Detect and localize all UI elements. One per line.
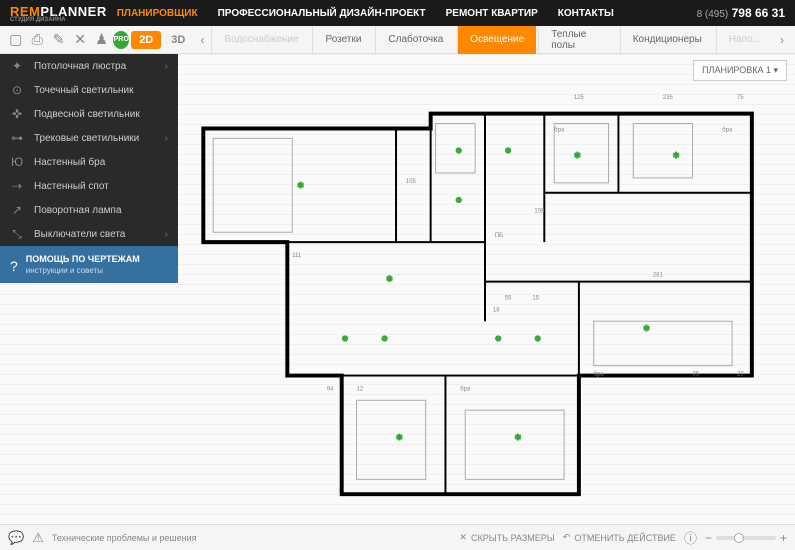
tabs-prev-icon[interactable]: ‹: [195, 33, 209, 47]
chevron-right-icon: ›: [165, 133, 168, 144]
phone-number: 8 (495) 798 66 31: [697, 6, 785, 20]
view-2d-button[interactable]: 2D: [131, 31, 161, 49]
svg-text:⊗: ⊗: [342, 334, 349, 343]
view-3d-button[interactable]: 3D: [163, 31, 193, 49]
lighting-sidebar: ✦Потолочная люстра› ⊙Точечный светильник…: [0, 54, 178, 283]
logo[interactable]: REMPLANNER СТУДИЯ ДИЗАЙНА: [10, 4, 107, 23]
svg-text:281: 281: [653, 273, 663, 279]
zoom-slider[interactable]: [716, 536, 776, 540]
svg-text:94: 94: [327, 386, 334, 392]
rotating-icon: ↗: [10, 203, 24, 217]
svg-text:бра: бра: [460, 386, 471, 392]
sidebar-item-pendant[interactable]: ✜Подвесной светильник: [0, 102, 178, 126]
chat-icon[interactable]: 💬: [8, 530, 24, 546]
nav-planner[interactable]: ПЛАНИРОВЩИК: [107, 8, 208, 19]
svg-text:✱: ✱: [396, 433, 403, 442]
svg-text:125: 125: [574, 95, 585, 101]
sidebar-item-wallspot[interactable]: ⇢Настенный спот: [0, 174, 178, 198]
svg-text:235: 235: [663, 95, 674, 101]
svg-text:⊗: ⊗: [455, 146, 462, 155]
svg-text:⊗: ⊗: [505, 146, 512, 155]
nav-repair[interactable]: РЕМОНТ КВАРТИР: [436, 8, 548, 19]
tech-problems-link[interactable]: Технические проблемы и решения: [52, 533, 197, 543]
undo-button[interactable]: ↶ ОТМЕНИТЬ ДЕЙСТВИЕ: [563, 532, 676, 543]
sidebar-item-switches[interactable]: ⤡Выключатели света›: [0, 222, 178, 246]
help-icon: ?: [10, 258, 18, 274]
svg-text:⊗: ⊗: [455, 196, 462, 205]
svg-text:29: 29: [737, 372, 744, 378]
svg-text:бра: бра: [554, 127, 565, 133]
svg-text:✱: ✱: [386, 275, 393, 284]
tab-heating[interactable]: Теплые полы: [538, 26, 618, 54]
tab-sockets[interactable]: Розетки: [312, 26, 373, 54]
tabs-next-icon[interactable]: ›: [775, 33, 789, 47]
svg-text:✱: ✱: [574, 151, 581, 160]
sidebar-item-rotating[interactable]: ↗Поворотная лампа: [0, 198, 178, 222]
svg-text:15: 15: [532, 295, 539, 301]
layout-dropdown[interactable]: ПЛАНИРОВКА 1 ▾: [693, 60, 787, 81]
warning-icon[interactable]: ⚠: [32, 530, 44, 546]
svg-text:бра: бра: [722, 127, 733, 133]
svg-text:95: 95: [693, 372, 700, 378]
sidebar-item-spotlight[interactable]: ⊙Точечный светильник: [0, 78, 178, 102]
canvas-area[interactable]: ✦Потолочная люстра› ⊙Точечный светильник…: [0, 54, 795, 524]
tab-water[interactable]: Водоснабжение: [211, 26, 310, 54]
svg-text:✱: ✱: [297, 181, 304, 190]
svg-text:⊗: ⊗: [381, 334, 388, 343]
svg-text:⊗: ⊗: [534, 334, 541, 343]
chevron-right-icon: ›: [165, 229, 168, 240]
chandelier-icon: ✦: [10, 59, 24, 73]
toolbar: ▢ ⎙ ✎ ✕ ♟ PRO 2D 3D ‹ Водоснабжение Розе…: [0, 26, 795, 54]
svg-text:бра: бра: [594, 372, 605, 378]
switch-icon: ⤡: [10, 227, 24, 242]
user-icon[interactable]: ♟: [92, 29, 111, 51]
footer: 💬 ⚠ Технические проблемы и решения ✕ СКР…: [0, 524, 795, 550]
spotlight-icon: ⊙: [10, 83, 24, 97]
settings-icon[interactable]: ✕: [70, 29, 89, 51]
floorplan-view[interactable]: ✱ ⊗ ⊗ ⊗ ✱ ✱ ✱ ✱ ✱ ✱ ⊗ ⊗ ⊗ ⊗ 125 235 75 1…: [190, 84, 780, 509]
help-subtitle: инструкции и советы: [10, 266, 168, 275]
pendant-icon: ✜: [10, 107, 24, 121]
zoom-in-icon[interactable]: +: [780, 531, 787, 545]
svg-text:⊗: ⊗: [495, 334, 502, 343]
svg-text:75: 75: [737, 95, 744, 101]
wallspot-icon: ⇢: [10, 179, 24, 193]
wall-tool-icon[interactable]: ▢: [6, 29, 25, 51]
track-icon: ⊶: [10, 131, 24, 145]
nav-design[interactable]: ПРОФЕССИОНАЛЬНЫЙ ДИЗАЙН-ПРОЕКТ: [208, 8, 436, 19]
sidebar-item-sconce[interactable]: ЮНастенный бра: [0, 150, 178, 174]
measure-icon[interactable]: ✎: [49, 29, 68, 51]
tab-ac[interactable]: Кондиционеры: [620, 26, 714, 54]
hide-dims-button[interactable]: ✕ СКРЫТЬ РАЗМЕРЫ: [459, 532, 554, 543]
top-header: REMPLANNER СТУДИЯ ДИЗАЙНА ПЛАНИРОВЩИК ПР…: [0, 0, 795, 26]
sconce-icon: Ю: [10, 155, 24, 169]
svg-text:108: 108: [534, 208, 545, 214]
svg-text:105: 105: [406, 179, 417, 185]
svg-text:111: 111: [292, 253, 301, 259]
svg-text:ПБ: ПБ: [495, 233, 503, 239]
svg-text:55: 55: [505, 295, 512, 301]
nav-contacts[interactable]: КОНТАКТЫ: [548, 8, 624, 19]
help-box[interactable]: ? ПОМОЩЬ ПО ЧЕРТЕЖАМ инструкции и советы: [0, 246, 178, 283]
svg-text:✱: ✱: [643, 324, 650, 333]
chevron-right-icon: ›: [165, 61, 168, 72]
sidebar-item-chandelier[interactable]: ✦Потолочная люстра›: [0, 54, 178, 78]
zoom-control[interactable]: − +: [705, 531, 787, 545]
svg-text:12: 12: [357, 386, 364, 392]
svg-text:✱: ✱: [515, 433, 522, 442]
tab-lighting[interactable]: Освещение: [457, 26, 536, 54]
info-icon[interactable]: ⓘ: [684, 528, 697, 547]
svg-text:✱: ✱: [673, 151, 680, 160]
tab-lowcurrent[interactable]: Слаботочка: [375, 26, 455, 54]
svg-text:18: 18: [493, 307, 500, 313]
sidebar-item-track[interactable]: ⊶Трековые светильники›: [0, 126, 178, 150]
pro-badge[interactable]: PRO: [113, 31, 129, 49]
tab-more[interactable]: Напо...: [716, 26, 773, 54]
zoom-out-icon[interactable]: −: [705, 531, 712, 545]
print-icon[interactable]: ⎙: [27, 29, 46, 51]
help-title: ПОМОЩЬ ПО ЧЕРТЕЖАМ: [10, 254, 168, 264]
